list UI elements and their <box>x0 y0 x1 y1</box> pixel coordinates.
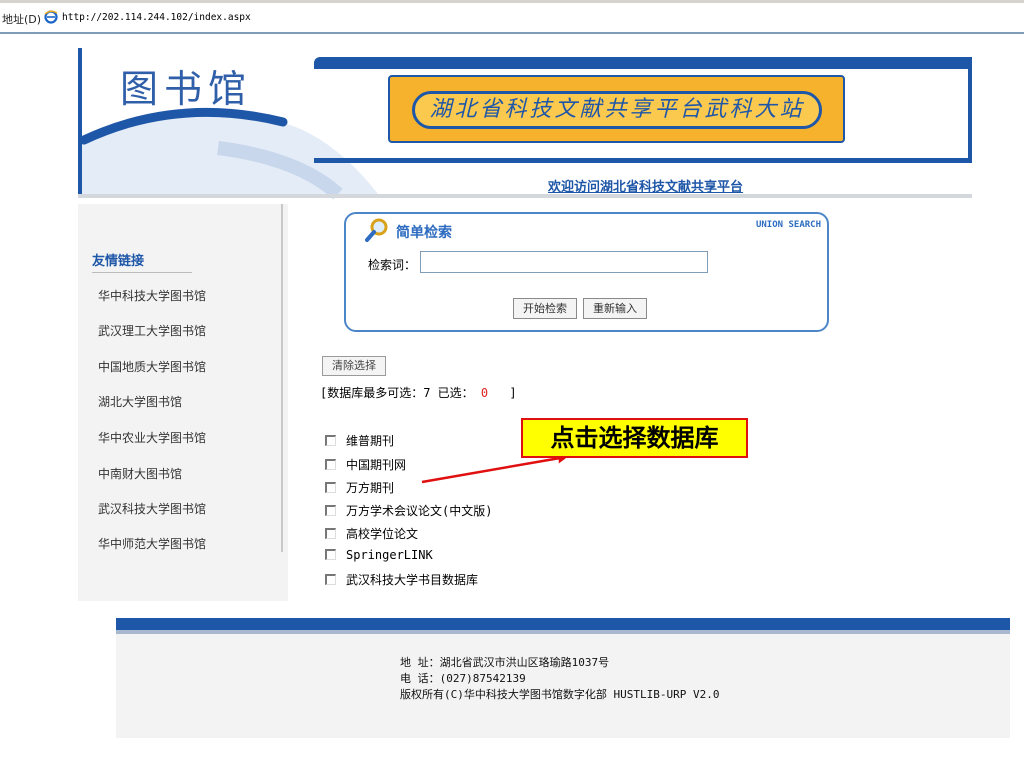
db-option-theses[interactable]: 高校学位论文 <box>325 525 418 542</box>
footer-bar <box>116 618 1010 634</box>
db-label: 武汉科技大学书目数据库 <box>346 573 479 587</box>
address-bar-border <box>0 32 1024 34</box>
header-bar-right <box>968 57 972 163</box>
address-label: 地址(D) <box>2 13 42 26</box>
db-label: 高校学位论文 <box>346 527 419 541</box>
sidebar-link-ccnu[interactable]: 华中师范大学图书馆 <box>98 535 206 552</box>
header-divider <box>78 194 972 198</box>
site-header: 图书馆 湖北省科技文献共享平台武科大站 欢迎访问湖北省科技文献共享平台 <box>78 48 972 200</box>
annotation-callout: 点击选择数据库 <box>521 418 748 458</box>
db-option-wust-catalog[interactable]: 武汉科技大学书目数据库 <box>325 571 478 588</box>
sidebar-link-hust[interactable]: 华中科技大学图书馆 <box>98 287 206 304</box>
checkbox[interactable] <box>325 574 336 585</box>
footer-address: 地 址：湖北省武汉市洪山区珞瑜路1037号 <box>400 656 610 669</box>
header-bar-bottom <box>314 158 972 163</box>
clear-selection-button[interactable]: 清除选择 <box>322 356 386 376</box>
ie-page-icon <box>44 10 58 24</box>
db-label: 万方期刊 <box>346 481 395 495</box>
keyword-input[interactable] <box>420 251 708 273</box>
library-logo-text: 图书馆 <box>120 67 253 111</box>
db-option-vip[interactable]: 维普期刊 <box>325 432 394 449</box>
sidebar-link-hzau[interactable]: 华中农业大学图书馆 <box>98 429 206 446</box>
selected-count: 0 <box>480 386 489 400</box>
search-title: 简单检索 <box>396 225 452 241</box>
address-bar: 地址(D) http://202.114.244.102/index.aspx <box>0 0 1024 34</box>
simple-search-panel: 简单检索 UNION SEARCH 检索词： 开始检索 重新输入 <box>344 212 829 332</box>
sidebar-link-wust[interactable]: 武汉科技大学图书馆 <box>98 500 206 517</box>
db-option-cnki[interactable]: 中国期刊网 <box>325 456 406 473</box>
start-search-button[interactable]: 开始检索 <box>513 298 577 319</box>
union-search-label: UNION SEARCH <box>755 220 821 230</box>
footer-phone: 电 话：(027)87542139 <box>400 672 526 685</box>
checkbox[interactable] <box>325 549 336 560</box>
welcome-link[interactable]: 欢迎访问湖北省科技文献共享平台 <box>548 176 743 195</box>
magnifier-icon <box>365 218 388 242</box>
toolbar-edge <box>0 0 1024 3</box>
db-label: 中国期刊网 <box>346 458 407 472</box>
db-label: SpringerLINK <box>346 548 433 562</box>
selection-limit-text: [数据库最多可选：7 已选： 0 ] <box>320 384 517 401</box>
banner-title: 湖北省科技文献共享平台武科大站 <box>412 91 822 129</box>
limit-suffix: ] <box>509 386 517 400</box>
db-option-wanfang-conference[interactable]: 万方学术会议论文(中文版) <box>325 502 492 519</box>
url-field[interactable]: http://202.114.244.102/index.aspx <box>62 12 251 23</box>
footer: 地 址：湖北省武汉市洪山区珞瑜路1037号 电 话：(027)87542139 … <box>116 634 1010 738</box>
checkbox[interactable] <box>325 482 336 493</box>
checkbox[interactable] <box>325 459 336 470</box>
sidebar: 友情链接 华中科技大学图书馆 武汉理工大学图书馆 中国地质大学图书馆 湖北大学图… <box>78 204 288 601</box>
checkbox[interactable] <box>325 528 336 539</box>
sidebar-link-cug[interactable]: 中国地质大学图书馆 <box>98 358 206 375</box>
reset-button[interactable]: 重新输入 <box>583 298 647 319</box>
sidebar-link-hubu[interactable]: 湖北大学图书馆 <box>98 393 182 410</box>
checkbox[interactable] <box>325 505 336 516</box>
friendly-links-title: 友情链接 <box>92 254 145 269</box>
sidebar-link-whut[interactable]: 武汉理工大学图书馆 <box>98 322 206 339</box>
footer-copyright: 版权所有(C)华中科技大学图书馆数字化部 HUSTLIB-URP V2.0 <box>400 688 720 701</box>
checkbox[interactable] <box>325 435 336 446</box>
sidebar-link-zuel[interactable]: 中南财大图书馆 <box>98 465 182 482</box>
db-label: 万方学术会议论文(中文版) <box>346 504 493 518</box>
links-title-underline <box>92 272 192 273</box>
sidebar-divider <box>281 204 283 552</box>
db-option-wanfang-journal[interactable]: 万方期刊 <box>325 479 394 496</box>
platform-banner: 湖北省科技文献共享平台武科大站 <box>388 75 845 143</box>
db-option-springerlink[interactable]: SpringerLINK <box>325 548 433 562</box>
db-label: 维普期刊 <box>346 434 395 448</box>
keyword-label: 检索词： <box>368 258 417 272</box>
limit-prefix: [数据库最多可选：7 已选： <box>320 386 474 400</box>
header-bar-top <box>314 57 971 69</box>
